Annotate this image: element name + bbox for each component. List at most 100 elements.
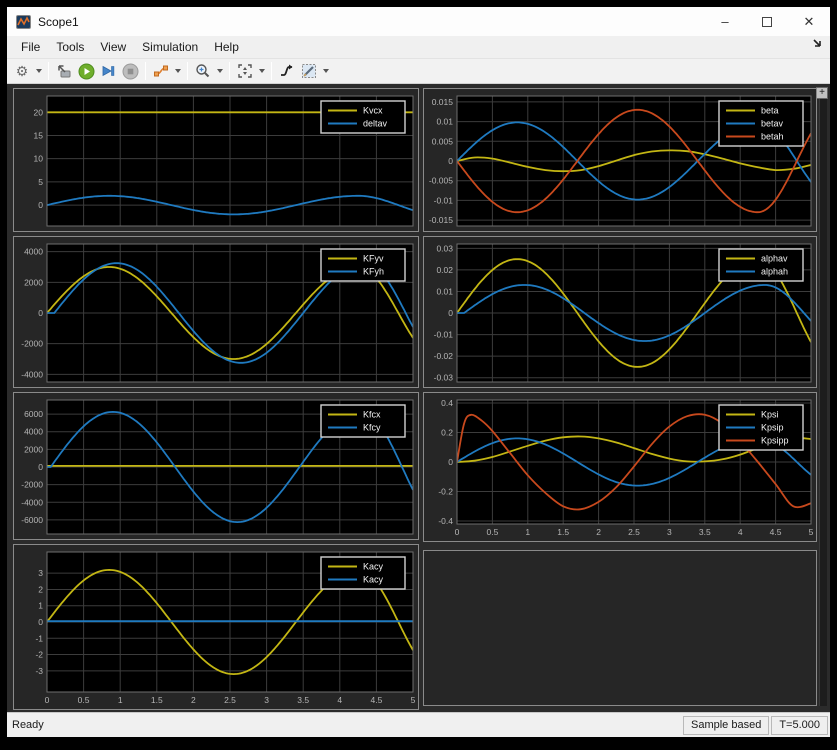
menu-tools[interactable]: Tools	[48, 38, 92, 56]
toolbar-separator	[145, 62, 146, 80]
sample-mode-cell: Sample based	[683, 716, 769, 735]
legend-kacy[interactable]: KacyKacy	[321, 557, 405, 589]
highlight-block-icon	[56, 63, 72, 79]
toolbar-separator	[229, 62, 230, 80]
highlight-block-button[interactable]	[53, 61, 75, 82]
axes-kfy[interactable]: -4000-2000020004000KFyvKFyh	[14, 237, 418, 387]
legend-label: Kpsipp	[761, 436, 789, 446]
legend-label: Kpsi	[761, 410, 779, 420]
trigger-button[interactable]	[276, 61, 298, 82]
run-button[interactable]	[75, 61, 97, 82]
axes-beta[interactable]: -0.015-0.01-0.00500.0050.010.015betabeta…	[424, 89, 816, 231]
x-tick-label: 0	[45, 695, 50, 705]
settings-dropdown[interactable]	[33, 61, 44, 82]
menu-view[interactable]: View	[92, 38, 134, 56]
legend-label: beta	[761, 106, 779, 116]
x-tick-label: 4	[337, 695, 342, 705]
minimize-icon: –	[721, 14, 728, 29]
axes-kpsi[interactable]: -0.4-0.200.20.400.511.522.533.544.55Kpsi…	[424, 393, 816, 541]
sim-time-cell: T=5.000	[771, 716, 828, 735]
axes-kfc[interactable]: -6000-4000-20000200040006000KfcxKfcy	[14, 393, 418, 539]
plot-panel-kacy[interactable]: -3-2-1012300.511.522.533.544.55KacyKacy	[13, 544, 419, 710]
y-tick-label: -1	[35, 633, 43, 643]
y-tick-label: -0.4	[438, 516, 453, 526]
legend-kfy[interactable]: KFyv KFyh	[321, 249, 405, 281]
y-tick-label: 0.2	[441, 427, 453, 437]
axes-kvcx[interactable]: 05101520Kvcxdeltav	[14, 89, 418, 231]
axes-alpha[interactable]: -0.03-0.02-0.0100.010.020.03alphavalphah	[424, 237, 816, 387]
y-tick-label: -2000	[21, 339, 43, 349]
y-tick-label: -0.02	[434, 351, 454, 361]
minimize-button[interactable]: –	[704, 7, 746, 36]
y-tick-label: 0.015	[432, 97, 454, 107]
legend-label: Kpsip	[761, 423, 784, 433]
toolbar-separator	[187, 62, 188, 80]
fit-to-view-button[interactable]	[234, 61, 256, 82]
plot-panel-kfy[interactable]: -4000-2000020004000KFyvKFyh	[13, 236, 419, 388]
y-tick-label: -2000	[21, 480, 43, 490]
y-tick-label: 0.02	[436, 265, 453, 275]
expand-panel-button[interactable]: +	[816, 87, 828, 99]
plus-icon: +	[819, 87, 825, 98]
y-tick-label: -6000	[21, 515, 43, 525]
y-tick-label: -0.01	[434, 330, 454, 340]
legend-label: Kfcx	[363, 410, 381, 420]
y-tick-label: 10	[34, 154, 44, 164]
stop-button[interactable]	[119, 61, 141, 82]
close-button[interactable]: ✕	[788, 7, 830, 36]
fit-to-view-dropdown[interactable]	[256, 61, 267, 82]
legend-label: KFyv	[363, 254, 384, 264]
y-tick-label: 15	[34, 130, 44, 140]
y-tick-label: 2000	[24, 277, 43, 287]
zoom-button[interactable]	[192, 61, 214, 82]
y-tick-label: 0.03	[436, 243, 453, 253]
trigger-icon	[279, 63, 295, 79]
plot-panel-beta[interactable]: -0.015-0.01-0.00500.0050.010.015betabeta…	[423, 88, 817, 232]
signal-selector-button[interactable]	[150, 61, 172, 82]
y-tick-label: 20	[34, 107, 44, 117]
plot-panel-kpsi[interactable]: -0.4-0.200.20.400.511.522.533.544.55Kpsi…	[423, 392, 817, 542]
x-tick-label: 2.5	[224, 695, 236, 705]
y-tick-label: 0	[38, 308, 43, 318]
axes-kacy[interactable]: -3-2-1012300.511.522.533.544.55KacyKacy	[14, 545, 418, 709]
legend-label: KFyh	[363, 267, 384, 277]
signal-selector-dropdown[interactable]	[172, 61, 183, 82]
y-tick-label: 0	[38, 617, 43, 627]
legend-kfc[interactable]: KfcxKfcy	[321, 405, 405, 437]
scope-window: Scope1 – ✕ File Tools View Simulation He…	[7, 7, 830, 737]
collapsed-panel-strip	[819, 88, 827, 706]
legend-alpha[interactable]: alphavalphah	[719, 249, 803, 281]
dock-arrow-icon[interactable]	[811, 37, 825, 51]
maximize-button[interactable]	[746, 7, 788, 36]
x-tick-label: 4.5	[770, 527, 782, 537]
legend-kpsi[interactable]: Kpsi Kpsip Kpsipp	[719, 405, 803, 450]
y-tick-label: 4000	[24, 427, 43, 437]
step-forward-button[interactable]	[97, 61, 119, 82]
plot-panel-kfc[interactable]: -6000-4000-20000200040006000KfcxKfcy	[13, 392, 419, 540]
measurements-button[interactable]	[298, 61, 320, 82]
measurements-dropdown[interactable]	[320, 61, 331, 82]
settings-button[interactable]: ⚙	[11, 61, 33, 82]
menu-simulation[interactable]: Simulation	[134, 38, 206, 56]
plot-panel-alpha[interactable]: -0.03-0.02-0.0100.010.020.03alphavalphah	[423, 236, 817, 388]
plot-panel-kvcx[interactable]: 05101520Kvcxdeltav	[13, 88, 419, 232]
x-tick-label: 4.5	[370, 695, 382, 705]
menu-file[interactable]: File	[13, 38, 48, 56]
toolbar: ⚙	[7, 58, 830, 84]
y-tick-label: 2	[38, 584, 43, 594]
x-tick-label: 0	[455, 527, 460, 537]
y-tick-label: 0	[448, 457, 453, 467]
legend-label: alphah	[761, 267, 788, 277]
menu-help[interactable]: Help	[206, 38, 247, 56]
y-tick-label: 6000	[24, 409, 43, 419]
legend-beta[interactable]: betabetavbetah	[719, 101, 803, 146]
y-tick-label: 0	[448, 156, 453, 166]
x-tick-label: 1.5	[151, 695, 163, 705]
zoom-dropdown[interactable]	[214, 61, 225, 82]
x-tick-label: 3.5	[699, 527, 711, 537]
cursor-measurements-icon	[301, 63, 317, 79]
y-tick-label: 4000	[24, 247, 43, 257]
legend-kvcx[interactable]: Kvcxdeltav	[321, 101, 405, 133]
legend-label: Kacy	[363, 575, 384, 585]
signal-selector-icon	[153, 63, 169, 79]
